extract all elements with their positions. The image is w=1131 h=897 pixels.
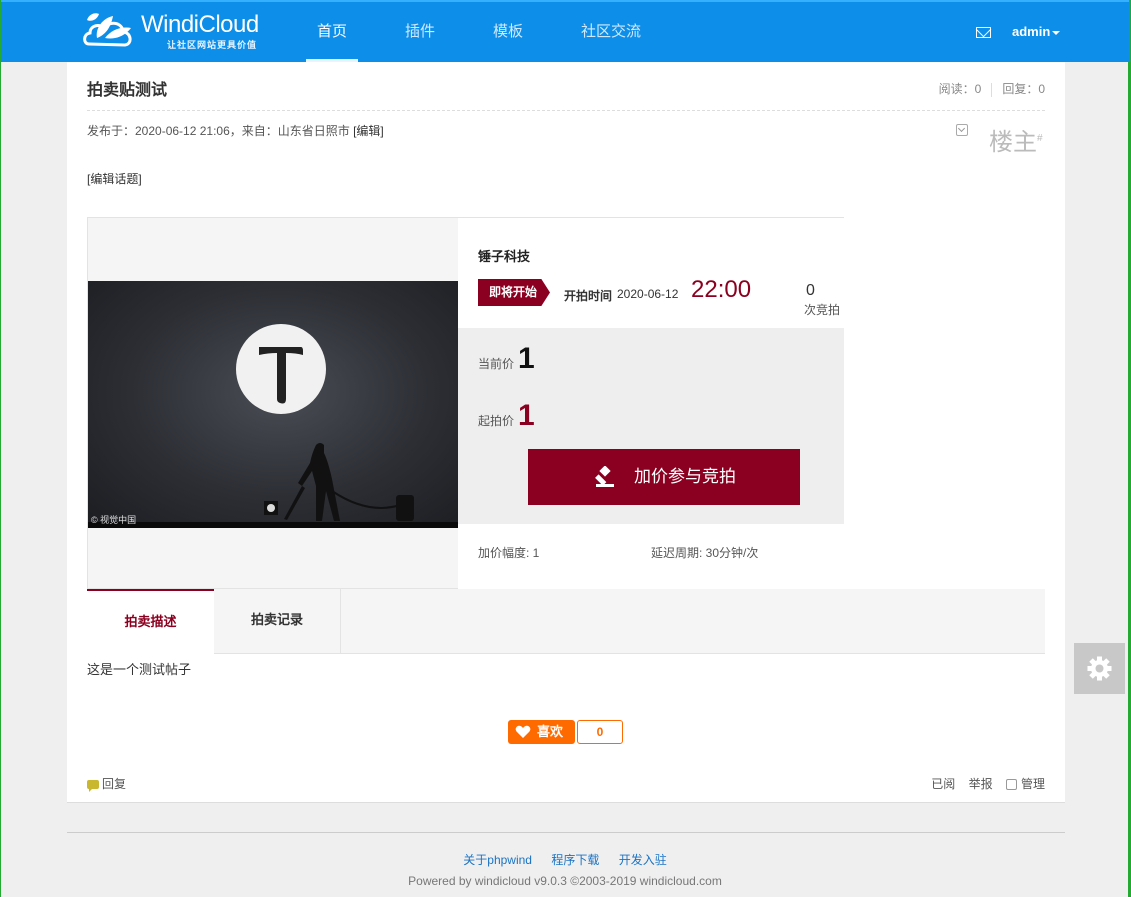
auction-info: 锤子科技 即将开始 开拍时间 2020-06-12 22:00 0 次竞拍 [458, 218, 844, 328]
caret-down-icon [1052, 30, 1061, 35]
delay-period: 延迟周期: 30分钟/次 [651, 546, 759, 560]
auction-rules: 加价幅度: 1 延迟周期: 30分钟/次 [458, 524, 844, 589]
like-count: 0 [577, 720, 623, 744]
logo-name: WindiCloud [141, 11, 259, 38]
divider [87, 110, 1045, 111]
floor-mark: # [1037, 133, 1043, 144]
manage-checkbox[interactable] [1005, 779, 1017, 790]
start-time: 22:00 [691, 276, 752, 303]
floor-label: 楼主# [989, 122, 1043, 157]
manage-toggle[interactable]: 管理 [1005, 777, 1045, 791]
post-actions: 已阅 举报 管理 [921, 775, 1045, 792]
image-credit: © 视觉中国 [91, 515, 137, 525]
bid-button-label: 加价参与竞拍 [634, 467, 736, 486]
auction-card: © 视觉中国 锤子科技 即将开始 开拍时间 2020-06-12 22:00 0… [87, 217, 844, 589]
chevron-down-icon[interactable] [956, 124, 968, 136]
post-container: 拍卖贴测试 阅读：0 回复：0 发布于：2020-06-12 21:06，来自：山… [67, 62, 1065, 803]
floor-text: 楼主 [989, 129, 1037, 156]
reply-label: 回复 [102, 777, 127, 791]
status-badge: 即将开始 [478, 279, 550, 306]
nav-templates[interactable]: 模板 [482, 2, 534, 62]
post-title: 拍卖贴测试 [87, 82, 168, 99]
edit-topic-link[interactable]: [编辑话题] [87, 170, 142, 187]
footer-link-developer[interactable]: 开发入驻 [619, 853, 667, 867]
footer-links: 关于phpwind 程序下载 开发入驻 [1, 851, 1129, 868]
like-label: 喜欢 [537, 724, 564, 739]
start-price: 1 [518, 399, 535, 432]
logo-slogan: 让社区网站更具价值 [167, 40, 258, 50]
like-button[interactable]: 喜欢 [508, 720, 575, 744]
start-price-label: 起拍价 [478, 414, 515, 428]
auction-image: © 视觉中国 [88, 281, 458, 528]
tab-description[interactable]: 拍卖描述 [87, 589, 214, 655]
tab-bid-records[interactable]: 拍卖记录 [214, 589, 341, 654]
current-price: 1 [518, 342, 535, 375]
hammer-brand-illustration [236, 324, 414, 521]
site-logo[interactable]: WindiCloud 让社区网站更具价值 [81, 8, 261, 56]
footer-link-download[interactable]: 程序下载 [551, 853, 599, 867]
start-time-label: 开拍时间 [564, 289, 613, 303]
edit-post-link[interactable]: [编辑] [353, 124, 384, 138]
view-count: 阅读：0 [938, 82, 982, 96]
divider [991, 82, 993, 97]
nav-plugins[interactable]: 插件 [394, 2, 446, 62]
price-panel: 当前价 1 起拍价 1 加价参与竞拍 [458, 328, 844, 524]
footer-link-about[interactable]: 关于phpwind [463, 853, 532, 867]
bid-button[interactable]: 加价参与竞拍 [528, 449, 800, 505]
auction-brand: 锤子科技 [478, 249, 531, 264]
footer-divider [67, 832, 1065, 833]
comment-icon [87, 780, 99, 792]
mail-icon[interactable] [976, 27, 991, 38]
auction-tabs: 拍卖描述 拍卖记录 [87, 589, 1045, 655]
gear-icon [1087, 656, 1112, 681]
nav-home[interactable]: 首页 [306, 2, 359, 62]
copyright: Powered by windicloud v9.0.3 ©2003-2019 … [408, 874, 722, 888]
post-meta-text: 发布于：2020-06-12 21:06，来自：山东省日照市 [87, 124, 354, 138]
settings-button[interactable] [1074, 643, 1125, 694]
current-price-label: 当前价 [478, 357, 515, 371]
main-nav: 首页 插件 模板 社区交流 [306, 2, 688, 62]
bid-count-unit: 次竞拍 [804, 303, 841, 317]
report-link[interactable]: 举报 [969, 777, 993, 791]
image-ground [88, 522, 458, 528]
bid-increment: 加价幅度: 1 [478, 546, 540, 560]
top-navbar: WindiCloud 让社区网站更具价值 首页 插件 模板 社区交流 admin [1, 0, 1129, 62]
bid-count: 0 [806, 282, 815, 299]
nav-community[interactable]: 社区交流 [570, 2, 652, 62]
user-menu[interactable]: admin [1012, 24, 1061, 39]
reply-link[interactable]: 回复 [87, 775, 126, 792]
heart-icon [515, 725, 531, 738]
start-date: 2020-06-12 [617, 287, 679, 301]
gavel-icon [595, 466, 614, 487]
post-stats: 阅读：0 回复：0 [939, 80, 1045, 97]
username: admin [1012, 24, 1051, 39]
read-link[interactable]: 已阅 [931, 777, 955, 791]
auction-description: 这是一个测试帖子 [87, 662, 192, 677]
manage-label: 管理 [1020, 777, 1045, 791]
reply-count: 回复：0 [1002, 82, 1045, 96]
post-meta: 发布于：2020-06-12 21:06，来自：山东省日照市 [编辑] [87, 122, 384, 139]
